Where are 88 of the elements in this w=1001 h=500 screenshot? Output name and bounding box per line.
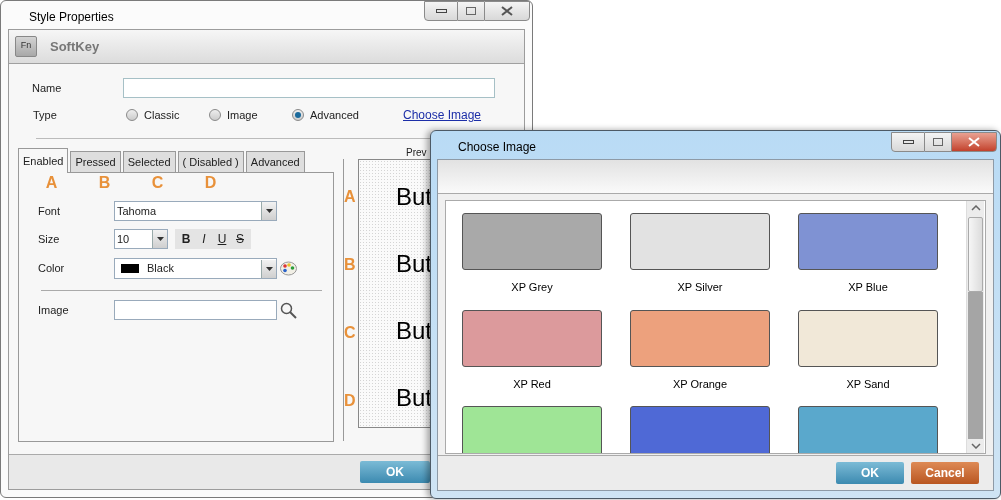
minimize-button[interactable] — [424, 1, 458, 21]
radio-button[interactable] — [209, 109, 221, 121]
marker-letter: A — [344, 187, 357, 205]
style-swatch[interactable] — [630, 406, 770, 453]
tab[interactable]: Selected — [122, 151, 176, 172]
style-swatch[interactable] — [798, 406, 938, 453]
text-style-button[interactable]: B — [180, 230, 192, 248]
style-swatch[interactable] — [462, 406, 602, 453]
radio-button[interactable] — [126, 109, 138, 121]
scroll-up-icon[interactable] — [970, 205, 981, 211]
marker-letter: B — [98, 173, 111, 193]
style-swatch[interactable] — [798, 309, 938, 367]
marker-letter: A — [45, 173, 58, 193]
tab[interactable]: Pressed — [70, 151, 121, 172]
color-dropdown[interactable]: Black — [114, 258, 277, 279]
maximize-icon — [933, 138, 943, 146]
style-swatch[interactable] — [630, 213, 770, 270]
preview-label: Prev — [406, 146, 428, 159]
minimize-icon — [435, 9, 447, 13]
caret-icon — [265, 266, 273, 271]
preview-text: But — [396, 249, 432, 279]
swatch-label: XP Red — [513, 376, 551, 392]
name-field[interactable] — [123, 78, 495, 98]
dropdown-arrow-button[interactable] — [261, 259, 276, 278]
style-swatch[interactable] — [462, 213, 602, 270]
maximize-button[interactable] — [925, 132, 951, 152]
search-icon[interactable] — [280, 301, 297, 319]
maximize-icon — [466, 7, 476, 15]
preview-text: But — [396, 383, 432, 413]
marker-letter: D — [344, 391, 357, 409]
cancel-button[interactable]: Cancel — [911, 462, 979, 484]
field-label: Color — [38, 261, 66, 277]
style-swatch[interactable] — [462, 309, 602, 367]
text-style-button[interactable]: S — [234, 230, 246, 248]
close-icon — [501, 6, 513, 16]
image-field[interactable] — [114, 300, 277, 320]
caret-icon — [156, 237, 164, 241]
window-title: Style Properties — [29, 9, 114, 26]
field-label: Type — [33, 107, 58, 123]
dropdown-value: 10 — [116, 231, 131, 247]
font-dropdown[interactable]: Tahoma — [114, 201, 277, 221]
dropdown-arrow-button[interactable] — [152, 230, 167, 248]
field-label: Font — [38, 203, 61, 219]
radio-label: Classic — [144, 107, 180, 123]
swatch-label: XP Silver — [677, 280, 723, 295]
close-button[interactable] — [484, 1, 530, 21]
choose-image-link[interactable]: Choose Image — [403, 106, 482, 124]
marker-letter: D — [204, 173, 217, 193]
tab[interactable]: ( Disabled ) — [177, 151, 244, 172]
window-title: Choose Image — [458, 139, 537, 156]
color-swatch — [121, 264, 139, 273]
field-label: Name — [32, 80, 63, 96]
scrollbar[interactable] — [966, 201, 984, 453]
dropdown-value: Black — [146, 261, 175, 277]
style-swatch[interactable] — [798, 213, 938, 270]
size-dropdown[interactable]: 10 — [114, 229, 168, 249]
maximize-button[interactable] — [458, 1, 484, 21]
radio-button[interactable] — [292, 109, 304, 121]
text-style-button[interactable]: U — [216, 230, 228, 248]
dropdown-arrow-button[interactable] — [261, 202, 276, 220]
tab[interactable]: Advanced — [245, 151, 305, 172]
close-button[interactable] — [951, 132, 997, 152]
swatch-label: XP Blue — [848, 280, 888, 295]
tab[interactable]: Enabled — [18, 148, 69, 173]
swatch-label: XP Grey — [511, 280, 553, 295]
style-swatch[interactable] — [630, 309, 770, 367]
radio-label: Image — [227, 107, 258, 123]
marker-letter: C — [151, 173, 164, 193]
header-title: SoftKey — [50, 37, 100, 56]
radio-label: Advanced — [310, 107, 359, 123]
field-label: Size — [38, 231, 61, 247]
preview-text: But — [396, 316, 432, 346]
caret-icon — [265, 209, 273, 213]
field-label: Image — [38, 302, 70, 318]
scroll-down-icon[interactable] — [970, 443, 981, 449]
marker-letter: C — [344, 323, 357, 341]
close-icon — [968, 137, 980, 147]
minimize-icon — [902, 140, 914, 144]
swatch-label: XP Sand — [846, 376, 890, 392]
preview-text: But — [396, 182, 432, 212]
swatch-label: XP Orange — [672, 376, 728, 392]
minimize-button[interactable] — [891, 132, 925, 152]
function-key-icon: Fn — [15, 36, 37, 57]
scroll-thumb[interactable] — [968, 217, 983, 292]
marker-letter: B — [344, 255, 357, 273]
text-style-button[interactable]: I — [198, 230, 210, 248]
palette-icon[interactable] — [280, 261, 297, 276]
dropdown-value: Tahoma — [116, 203, 158, 219]
